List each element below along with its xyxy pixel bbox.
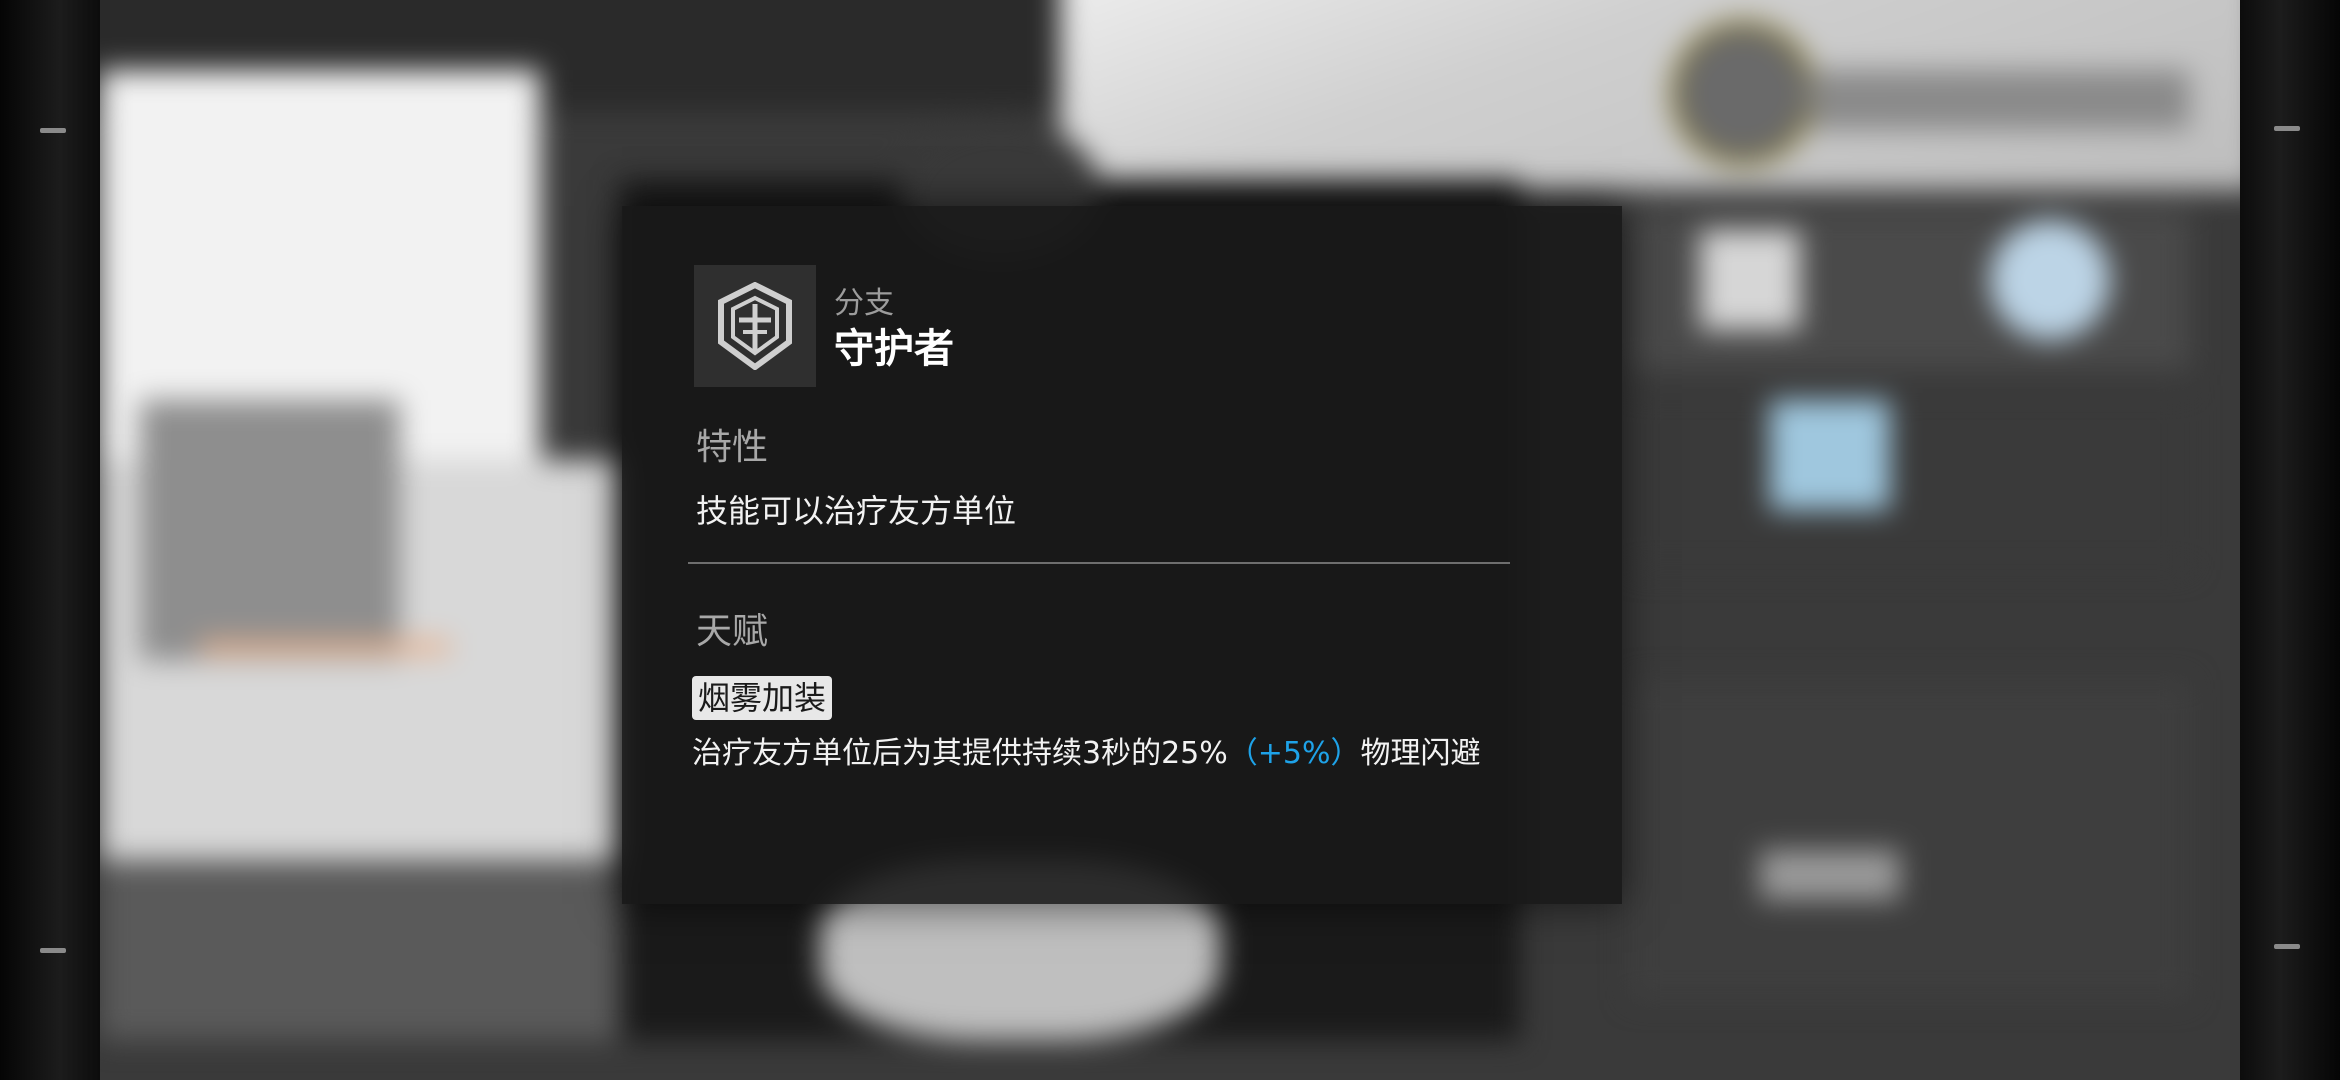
section-divider <box>688 562 1510 564</box>
talent-desc-main: 治疗友方单位后为其提供持续3秒的25% <box>692 736 1228 771</box>
guardian-shield-icon <box>718 282 792 370</box>
right-rail <box>2240 0 2340 1080</box>
rail-tick <box>2274 126 2300 131</box>
rail-tick <box>40 948 66 953</box>
rail-tick <box>2274 944 2300 949</box>
rail-tick <box>40 128 66 133</box>
branch-icon-box <box>694 265 816 387</box>
trait-text: 技能可以治疗友方单位 <box>696 492 1017 530</box>
trait-title: 特性 <box>696 427 769 468</box>
talent-name-tag: 烟雾加装 <box>692 676 833 720</box>
left-rail <box>0 0 100 1080</box>
talent-description: 治疗友方单位后为其提供持续3秒的25%（+5%）物理闪避 <box>692 728 1481 772</box>
talent-desc-tail: 物理闪避 <box>1360 736 1481 771</box>
branch-info-panel: 分支 守护者 特性 技能可以治疗友方单位 天赋 烟雾加装 治疗友方单位后为其提供… <box>622 206 1622 904</box>
talent-title: 天赋 <box>696 611 769 652</box>
branch-name: 守护者 <box>834 326 954 372</box>
talent-bonus-value: （+5%） <box>1227 736 1361 771</box>
